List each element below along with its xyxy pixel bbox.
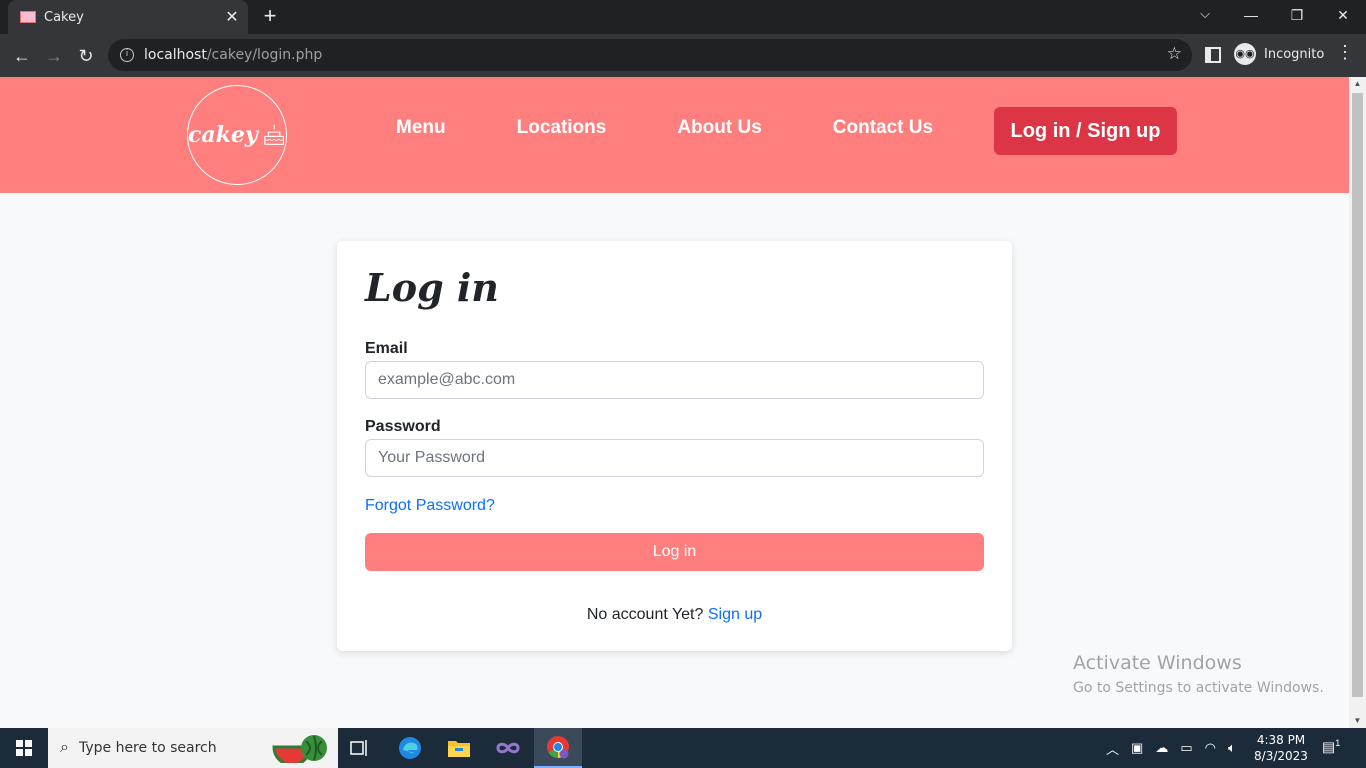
incognito-indicator[interactable]: ◉◉ Incognito (1234, 43, 1324, 65)
clock-time: 4:38 PM (1256, 733, 1306, 747)
search-icon: ⌕ (60, 739, 69, 756)
page-viewport: cakey Menu Locations About Us Contact Us… (0, 77, 1349, 728)
main-nav: Menu Locations About Us Contact Us (396, 117, 1004, 139)
tab-title: Cakey (44, 9, 84, 25)
file-explorer-icon[interactable] (435, 728, 483, 768)
nav-contact-us[interactable]: Contact Us (833, 117, 933, 139)
battery-icon[interactable]: ▭ (1180, 740, 1192, 756)
scroll-down-arrow-icon[interactable]: ▼ (1349, 714, 1366, 728)
login-card: Log in Email Password Forgot Password? L… (337, 241, 1012, 651)
watermelon-icon (272, 735, 327, 763)
page-scrollbar[interactable]: ▲ ▼ (1349, 77, 1366, 728)
close-tab-icon[interactable]: ✕ (222, 7, 242, 27)
system-tray: ︿ ▣ ☁ ▭ ◠ 🔈︎ (1106, 728, 1248, 768)
back-button[interactable]: ← (8, 42, 36, 70)
logo-text: cakey (188, 122, 258, 148)
scroll-thumb[interactable] (1352, 93, 1363, 697)
tab-search-button[interactable]: ⌵ (1192, 0, 1218, 30)
task-view-icon[interactable] (336, 728, 384, 768)
windows-logo-icon (16, 740, 32, 756)
minimize-button[interactable]: — (1228, 0, 1274, 34)
watermark-title: Activate Windows (1073, 652, 1242, 674)
nav-about-us[interactable]: About Us (677, 117, 761, 139)
reload-button[interactable]: ↻ (72, 42, 100, 70)
notification-count: 1 (1335, 738, 1341, 748)
password-field[interactable] (365, 439, 984, 477)
password-label: Password (365, 418, 441, 435)
site-header: cakey Menu Locations About Us Contact Us… (0, 77, 1349, 193)
site-logo[interactable]: cakey (187, 85, 287, 185)
app-infinity-icon[interactable] (484, 728, 532, 768)
windows-taskbar: ⌕ Type here to search ︿ ▣ ☁ ▭ ◠ 🔈︎ 4:38 … (0, 728, 1366, 768)
scroll-up-arrow-icon[interactable]: ▲ (1349, 77, 1366, 91)
new-tab-button[interactable]: + (258, 4, 282, 28)
browser-titlebar: Cakey ✕ + ⌵ — ❐ ✕ (0, 0, 1366, 34)
forgot-password-link[interactable]: Forgot Password? (365, 497, 495, 515)
signup-link[interactable]: Sign up (708, 606, 762, 623)
clock-date: 8/3/2023 (1254, 749, 1308, 763)
wifi-icon[interactable]: ◠ (1205, 740, 1216, 756)
side-panel-icon[interactable] (1205, 47, 1221, 63)
search-placeholder: Type here to search (78, 740, 217, 756)
signup-prompt: No account Yet? Sign up (337, 606, 1012, 624)
incognito-label: Incognito (1264, 46, 1325, 62)
no-account-text: No account Yet? (586, 606, 704, 623)
email-field[interactable] (365, 361, 984, 399)
login-signup-button[interactable]: Log in / Sign up (994, 107, 1177, 155)
login-submit-button[interactable]: Log in (365, 533, 984, 571)
show-hidden-icons-icon[interactable]: ︿ (1106, 739, 1119, 758)
edge-icon[interactable] (386, 728, 434, 768)
favicon-icon (20, 11, 36, 23)
bookmark-star-icon[interactable]: ☆ (1167, 44, 1182, 64)
onedrive-icon[interactable]: ☁ (1155, 740, 1168, 756)
url-path: /cakey/login.php (206, 47, 323, 63)
chrome-icon[interactable] (534, 728, 582, 768)
browser-menu-icon[interactable]: ⋮ (1336, 42, 1354, 63)
taskbar-search[interactable]: ⌕ Type here to search (48, 728, 338, 768)
browser-tab[interactable]: Cakey ✕ (8, 0, 248, 34)
browser-toolbar: ← → ↻ i localhost/cakey/login.php ☆ ◉◉ I… (0, 34, 1366, 77)
watermark-subtitle: Go to Settings to activate Windows. (1073, 680, 1324, 696)
close-window-button[interactable]: ✕ (1320, 0, 1366, 34)
forward-button[interactable]: → (40, 42, 68, 70)
restore-button[interactable]: ❐ (1274, 0, 1320, 34)
page-title: Log in (365, 265, 499, 310)
site-info-icon[interactable]: i (120, 48, 134, 62)
start-button[interactable] (0, 728, 48, 768)
incognito-icon: ◉◉ (1234, 43, 1256, 65)
volume-icon[interactable]: 🔈︎ (1228, 740, 1236, 756)
meet-now-icon[interactable]: ▣ (1131, 740, 1143, 756)
address-bar[interactable]: i localhost/cakey/login.php ☆ (108, 39, 1192, 71)
nav-menu[interactable]: Menu (396, 117, 446, 139)
activate-windows-watermark: Activate Windows Go to Settings to activ… (1073, 652, 1324, 696)
nav-locations[interactable]: Locations (517, 117, 607, 139)
cake-icon (264, 124, 284, 145)
email-label: Email (365, 340, 408, 357)
taskbar-clock[interactable]: 4:38 PM 8/3/2023 (1250, 732, 1312, 764)
notifications-icon[interactable]: ▤1 (1322, 738, 1340, 756)
url-host: localhost (144, 47, 207, 63)
